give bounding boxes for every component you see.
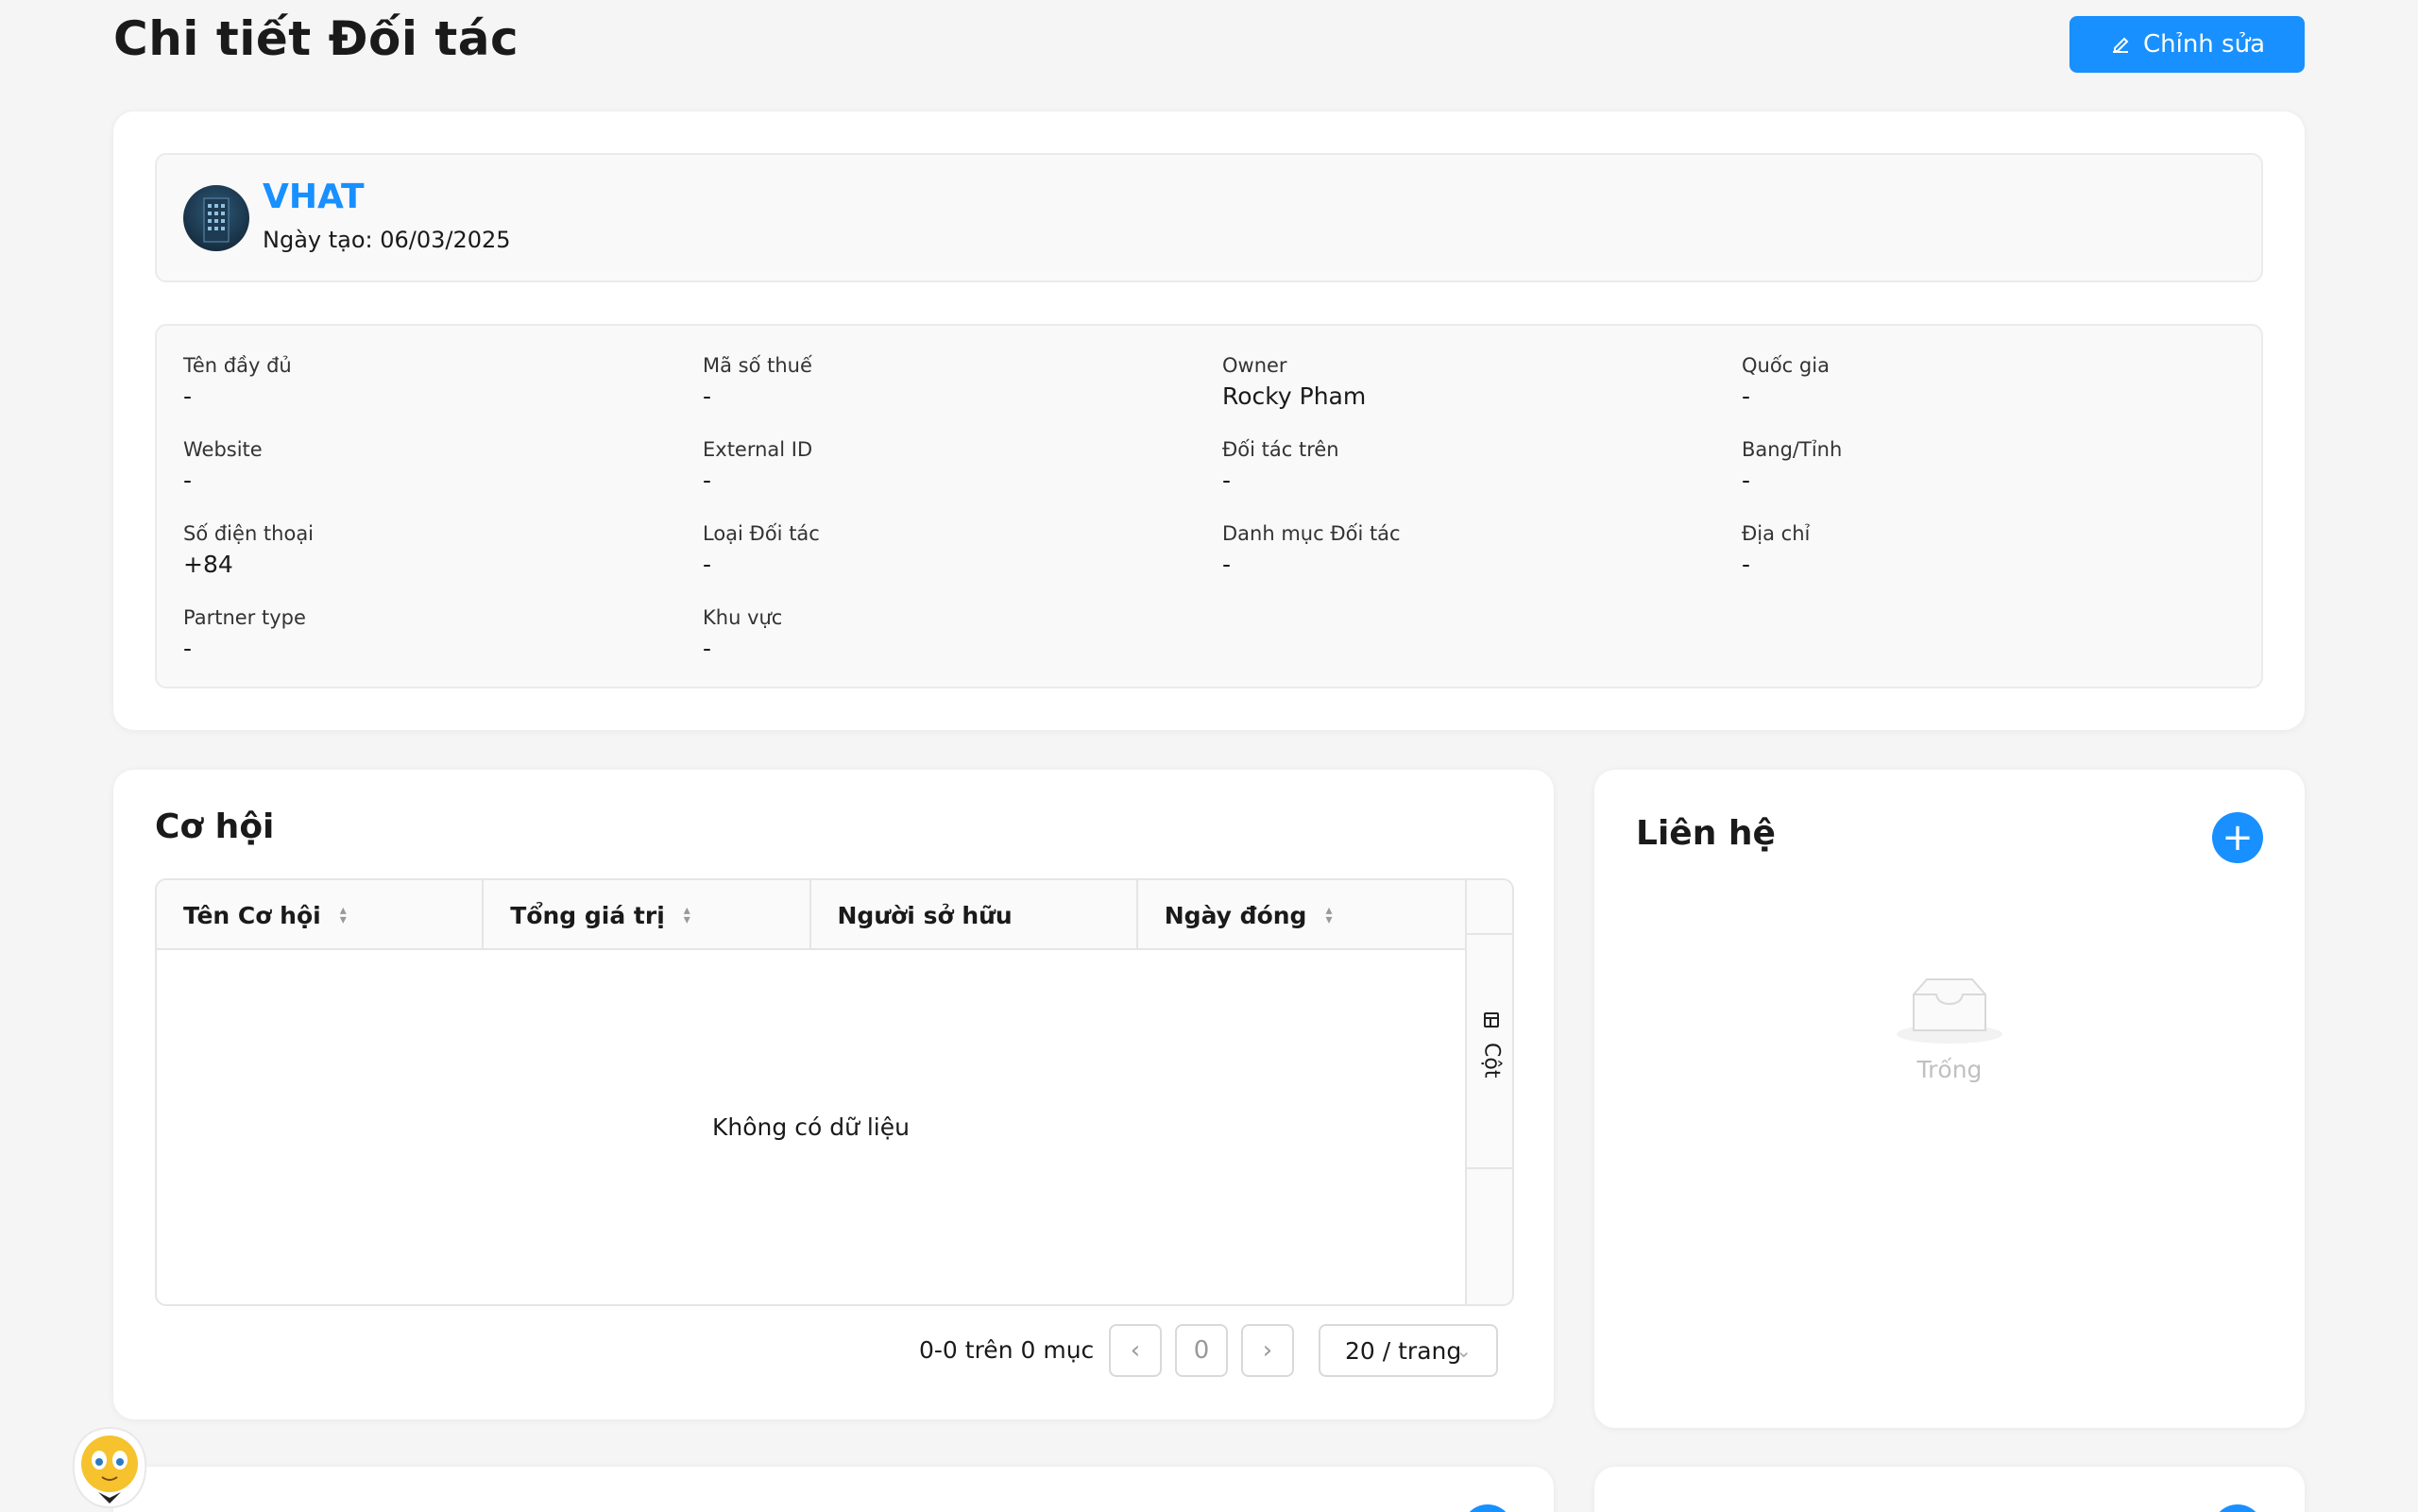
field-value: - bbox=[183, 382, 193, 410]
plus-icon: + bbox=[2222, 816, 2254, 859]
bottom-right-card bbox=[1594, 1467, 2305, 1512]
field-value: - bbox=[1742, 551, 1751, 578]
field-website: Website - bbox=[183, 438, 674, 494]
field-address: Địa chỉ - bbox=[1742, 522, 2233, 578]
empty-inbox-icon bbox=[1897, 978, 2002, 1044]
add-contact-button[interactable]: + bbox=[2212, 812, 2263, 863]
field-label: Loại Đối tác bbox=[703, 522, 820, 545]
field-label: Bang/Tỉnh bbox=[1742, 438, 1843, 461]
partner-fields: Tên đầy đủ - Mã số thuế - Owner Rocky Pham … bbox=[155, 324, 2263, 688]
field-label: Website bbox=[183, 438, 263, 461]
table-empty-message: Không có dữ liệu bbox=[712, 1113, 910, 1141]
field-label: Danh mục Đối tác bbox=[1222, 522, 1401, 545]
field-value: - bbox=[1742, 467, 1751, 494]
field-label: Khu vực bbox=[703, 606, 783, 629]
mascot-icon[interactable] bbox=[66, 1424, 153, 1512]
field-label: Tên đầy đủ bbox=[183, 354, 292, 377]
partner-name[interactable]: VHAT bbox=[263, 178, 365, 216]
field-phone: Số điện thoại +84 bbox=[183, 522, 674, 578]
field-state: Bang/Tỉnh - bbox=[1742, 438, 2233, 494]
field-label: External ID bbox=[703, 438, 813, 461]
created-date: Ngày tạo: 06/03/2025 bbox=[263, 227, 511, 253]
sort-icon[interactable]: ▴ ▾ bbox=[340, 904, 347, 926]
partner-detail-card: VHAT Ngày tạo: 06/03/2025 Tên đầy đủ - Mã… bbox=[113, 111, 2305, 730]
field-value: - bbox=[1222, 467, 1232, 494]
opportunities-title: Cơ hội bbox=[155, 807, 275, 846]
field-partner-category: Danh mục Đối tác - bbox=[1222, 522, 1713, 578]
field-label: Mã số thuế bbox=[703, 354, 812, 377]
edit-button[interactable]: Chỉnh sửa bbox=[2069, 16, 2305, 73]
building-avatar-icon bbox=[183, 185, 249, 251]
field-country: Quốc gia - bbox=[1742, 354, 2233, 410]
edit-button-label: Chỉnh sửa bbox=[2142, 30, 2266, 59]
contacts-title: Liên hệ bbox=[1636, 814, 1776, 853]
field-external-id: External ID - bbox=[703, 438, 1194, 494]
field-label: Partner type bbox=[183, 606, 306, 629]
field-partner-type: Partner type - bbox=[183, 606, 674, 662]
column-header-total[interactable]: Tổng giá trị ▴ ▾ bbox=[484, 880, 811, 950]
field-value: +84 bbox=[183, 551, 233, 578]
bottom-left-add-button[interactable] bbox=[1462, 1504, 1513, 1512]
sort-icon[interactable]: ▴ ▾ bbox=[684, 904, 690, 926]
page-title: Chi tiết Đối tác bbox=[113, 11, 519, 66]
column-header-close-date[interactable]: Ngày đóng ▴ ▾ bbox=[1138, 880, 1465, 950]
field-full-name: Tên đầy đủ - bbox=[183, 354, 674, 410]
column-label: Tên Cơ hội bbox=[183, 901, 321, 929]
column-toggle-button[interactable]: Cột bbox=[1467, 933, 1512, 1169]
field-region: Khu vực - bbox=[703, 606, 1194, 662]
field-label: Owner bbox=[1222, 354, 1287, 377]
next-page-button[interactable]: › bbox=[1241, 1324, 1294, 1377]
chevron-down-icon: ⌄ bbox=[1456, 1339, 1472, 1362]
field-parent-partner: Đối tác trên - bbox=[1222, 438, 1713, 494]
field-tax-code: Mã số thuế - bbox=[703, 354, 1194, 410]
column-toggle-strip: Cột bbox=[1465, 880, 1512, 1304]
field-value: - bbox=[1222, 551, 1232, 578]
field-label: Số điện thoại bbox=[183, 522, 315, 545]
column-toggle-label: Cột bbox=[1479, 1043, 1504, 1079]
field-value: - bbox=[703, 467, 712, 494]
chevron-left-icon: ‹ bbox=[1130, 1336, 1141, 1365]
table-header: Tên Cơ hội ▴ ▾ Tổng giá trị ▴ ▾ Người sở hữu… bbox=[157, 880, 1465, 950]
edit-icon bbox=[2112, 37, 2129, 53]
field-partner-kind: Loại Đối tác - bbox=[703, 522, 1194, 578]
page-number: 0 bbox=[1193, 1336, 1210, 1365]
bottom-right-add-button[interactable] bbox=[2212, 1504, 2263, 1512]
field-label: Quốc gia bbox=[1742, 354, 1830, 377]
column-header-name[interactable]: Tên Cơ hội ▴ ▾ bbox=[157, 880, 485, 950]
page-number-input[interactable]: 0 bbox=[1175, 1324, 1228, 1377]
column-label: Ngày đóng bbox=[1164, 901, 1307, 929]
field-value: - bbox=[703, 635, 712, 662]
field-owner: Owner Rocky Pham bbox=[1222, 354, 1713, 410]
field-value: - bbox=[183, 467, 193, 494]
page-size-select[interactable]: 20 / trang ⌄ bbox=[1319, 1324, 1498, 1377]
prev-page-button[interactable]: ‹ bbox=[1109, 1324, 1162, 1377]
pagination-summary: 0-0 trên 0 mục bbox=[919, 1336, 1095, 1364]
bottom-left-card bbox=[113, 1467, 1554, 1512]
field-value: - bbox=[1742, 382, 1751, 410]
page-size-value: 20 / trang bbox=[1345, 1336, 1462, 1365]
column-label: Người sở hữu bbox=[837, 901, 1013, 929]
field-value: - bbox=[703, 551, 712, 578]
field-value: Rocky Pham bbox=[1222, 382, 1367, 410]
partner-header: VHAT Ngày tạo: 06/03/2025 bbox=[155, 153, 2263, 282]
column-label: Tổng giá trị bbox=[510, 901, 665, 929]
field-value: - bbox=[183, 635, 193, 662]
contacts-card: Liên hệ + Trống bbox=[1594, 770, 2305, 1428]
chevron-right-icon: › bbox=[1262, 1336, 1273, 1365]
field-label: Đối tác trên bbox=[1222, 438, 1339, 461]
opportunities-table: Tên Cơ hội ▴ ▾ Tổng giá trị ▴ ▾ Người sở hữu… bbox=[155, 878, 1514, 1306]
table-columns-icon bbox=[1484, 1012, 1499, 1028]
field-label: Địa chỉ bbox=[1742, 522, 1811, 545]
contacts-empty-message: Trống bbox=[1916, 1056, 1983, 1083]
opportunities-card: Cơ hội Tên Cơ hội ▴ ▾ Tổng giá trị ▴ ▾ Người… bbox=[113, 770, 1554, 1419]
column-header-owner[interactable]: Người sở hữu bbox=[811, 880, 1138, 950]
sort-icon[interactable]: ▴ ▾ bbox=[1325, 904, 1332, 926]
field-value: - bbox=[703, 382, 712, 410]
